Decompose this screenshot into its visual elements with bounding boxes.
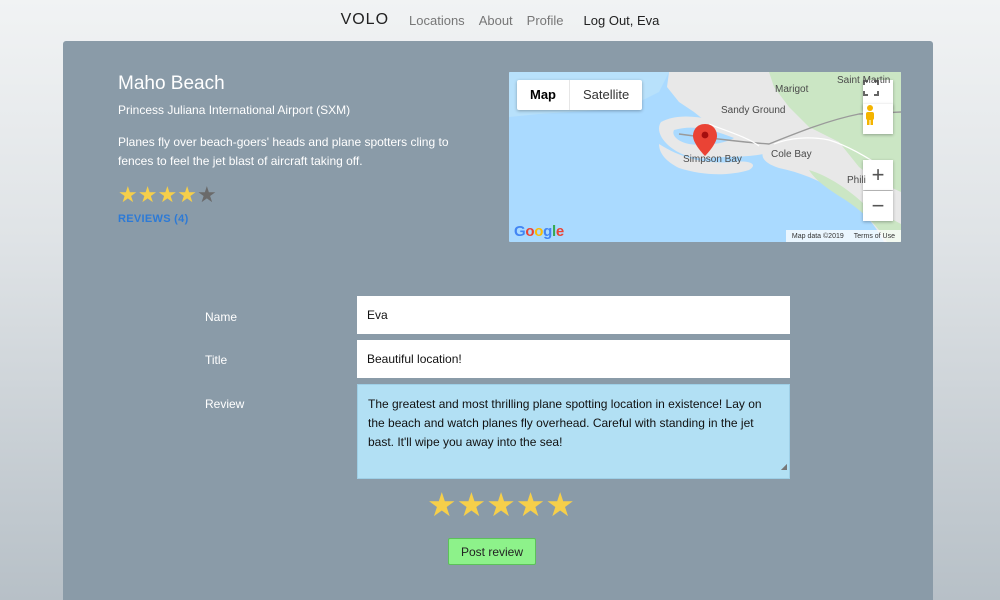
map-label-phili: Phili	[847, 175, 866, 186]
map-attribution: Map data ©2019 Terms of Use	[785, 230, 901, 242]
nav-link-about[interactable]: About	[479, 13, 513, 28]
location-subtitle: Princess Juliana International Airport (…	[118, 103, 351, 117]
rating-star-2[interactable]: ★	[457, 488, 487, 521]
location-map[interactable]: Map Satellite + − Saint Martin Marigot S…	[509, 72, 901, 242]
pegman-icon	[866, 105, 874, 125]
map-label-sandy-ground: Sandy Ground	[721, 105, 786, 116]
star-icon-filled: ★	[137, 182, 158, 207]
nav-link-locations[interactable]: Locations	[409, 13, 465, 28]
brand-logo[interactable]: VOLO	[341, 11, 389, 29]
zoom-out-button[interactable]: −	[863, 191, 893, 221]
street-view-button[interactable]	[863, 104, 893, 134]
map-type-toggle: Map Satellite	[517, 80, 643, 110]
star-icon-filled: ★	[177, 182, 197, 207]
reviews-link[interactable]: REVIEWS (4)	[118, 213, 189, 225]
star-icon-empty: ★	[196, 182, 217, 207]
post-review-button[interactable]: Post review	[448, 538, 536, 565]
rating-star-4[interactable]: ★	[516, 488, 546, 521]
top-nav: VOLO Locations About Profile Log Out, Ev…	[0, 0, 1000, 40]
name-input[interactable]: Eva	[357, 296, 790, 334]
map-label-saint-martin: Saint Martin	[837, 75, 891, 86]
location-panel: Maho Beach Princess Juliana Internationa…	[63, 41, 933, 600]
logout-link[interactable]: Log Out, Eva	[584, 13, 660, 28]
review-star-rating: ★ ★ ★ ★ ★	[427, 488, 575, 521]
location-description: Planes fly over beach-goers' heads and p…	[118, 135, 449, 168]
title-label: Title	[205, 353, 228, 367]
map-label-simpson-bay: Simpson Bay	[683, 154, 742, 165]
rating-star-3[interactable]: ★	[486, 488, 516, 521]
nav-link-profile[interactable]: Profile	[527, 13, 564, 28]
map-label-cole-bay: Cole Bay	[771, 149, 812, 160]
review-textarea[interactable]: The greatest and most thrilling plane sp…	[357, 384, 790, 479]
map-type-satellite-button[interactable]: Satellite	[570, 80, 642, 110]
rating-star-1[interactable]: ★	[427, 488, 457, 521]
review-label: Review	[205, 397, 245, 411]
google-logo: Google	[514, 223, 564, 240]
map-type-map-button[interactable]: Map	[517, 80, 570, 110]
title-input[interactable]: Beautiful location!	[357, 340, 790, 378]
name-label: Name	[205, 310, 238, 324]
location-title: Maho Beach	[118, 73, 225, 94]
resize-grip-icon[interactable]: ◢	[781, 457, 787, 476]
map-label-marigot: Marigot	[775, 84, 809, 95]
location-rating: ★ ★ ★ ★ ★	[118, 184, 217, 206]
map-data-text: Map data ©2019	[791, 232, 844, 240]
map-terms-link[interactable]: Terms of Use	[854, 233, 895, 240]
zoom-in-button[interactable]: +	[863, 160, 893, 190]
star-icon-filled: ★	[157, 182, 178, 207]
star-icon-filled: ★	[118, 182, 138, 207]
review-text: The greatest and most thrilling plane sp…	[368, 397, 762, 449]
rating-star-5[interactable]: ★	[545, 488, 575, 521]
